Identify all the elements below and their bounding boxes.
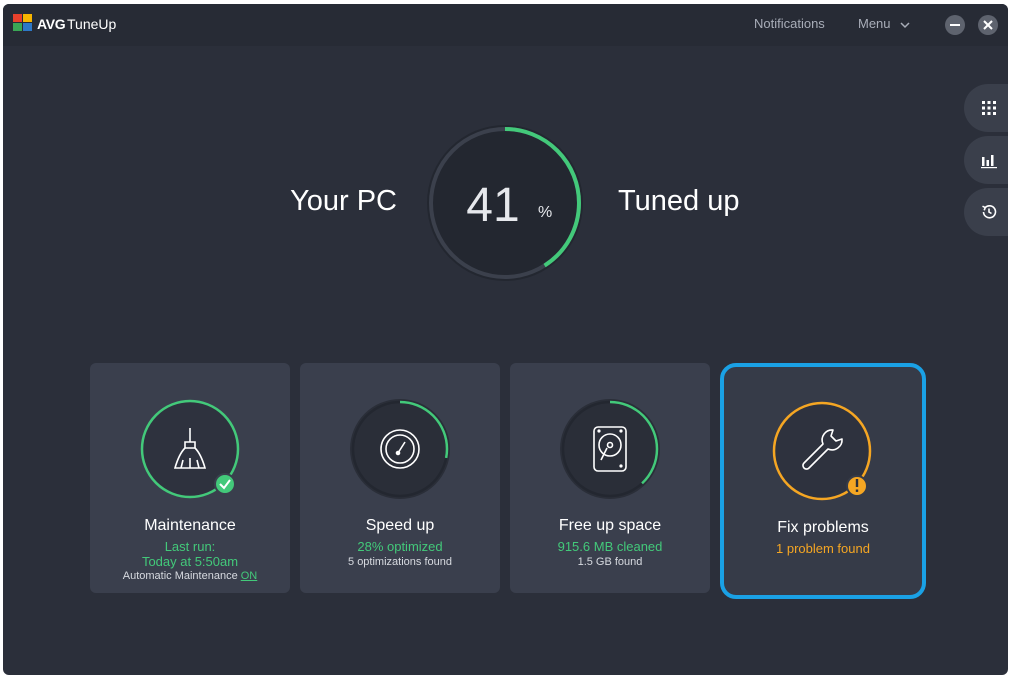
maintenance-card[interactable]: Maintenance Last run: Today at 5:50am Au… xyxy=(90,363,290,593)
history-icon xyxy=(982,205,997,219)
app-window: AVG TuneUp Notifications Menu Your PC 41… xyxy=(3,4,1008,675)
minimize-button[interactable] xyxy=(945,15,965,35)
free-up-space-card[interactable]: Free up space 915.6 MB cleaned 1.5 GB fo… xyxy=(510,363,710,593)
apps-grid-button[interactable] xyxy=(964,84,1008,132)
maintenance-last-run-time: Today at 5:50am xyxy=(141,554,239,569)
free-up-space-found: 1.5 GB found xyxy=(577,556,643,568)
chevron-down-icon xyxy=(900,22,910,28)
automatic-maintenance-label: Automatic Maintenance xyxy=(122,570,238,582)
maintenance-last-run-label: Last run: xyxy=(164,539,216,554)
warning-icon xyxy=(855,479,859,492)
speed-up-found: 5 optimizations found xyxy=(348,556,452,568)
automatic-maintenance-status: Automatic Maintenance ON xyxy=(90,570,290,582)
automatic-maintenance-toggle-link[interactable]: ON xyxy=(241,570,258,582)
close-icon xyxy=(983,20,993,30)
fix-problems-title: Fix problems xyxy=(777,519,869,536)
free-up-space-title: Free up space xyxy=(558,517,662,534)
speed-up-card[interactable]: Speed up 28% optimized 5 optimizations f… xyxy=(300,363,500,593)
title-bar: AVG TuneUp Notifications Menu xyxy=(3,4,1008,46)
speedometer-icon xyxy=(380,429,420,469)
menu-button[interactable]: Menu xyxy=(858,16,910,31)
history-button[interactable] xyxy=(964,188,1008,236)
free-up-space-status: 915.6 MB cleaned xyxy=(557,539,663,554)
product-name: TuneUp xyxy=(67,16,117,32)
hero-right-text: Tuned up xyxy=(618,185,740,217)
maintenance-title: Maintenance xyxy=(144,517,236,534)
tuneup-percentage: 41 xyxy=(466,179,520,232)
close-button[interactable] xyxy=(978,15,998,35)
menu-label: Menu xyxy=(858,16,891,31)
fix-problems-card[interactable]: Fix problems 1 problem found xyxy=(720,363,926,599)
statistics-button[interactable] xyxy=(964,136,1008,184)
avg-logo-icon xyxy=(13,14,32,31)
notifications-link[interactable]: Notifications xyxy=(754,16,825,31)
hero-left-text: Your PC xyxy=(290,185,397,217)
speed-up-status: 28% optimized xyxy=(357,539,443,554)
brand-name: AVG xyxy=(37,16,66,32)
bar-chart-icon xyxy=(981,155,997,169)
speed-up-title: Speed up xyxy=(365,517,435,534)
minimize-icon xyxy=(950,24,960,26)
fix-problems-status: 1 problem found xyxy=(776,541,870,556)
fix-problems-ring xyxy=(772,401,872,501)
speed-up-ring xyxy=(350,399,450,499)
apps-grid-icon xyxy=(982,101,996,115)
free-up-space-ring xyxy=(560,399,660,499)
percent-sign: % xyxy=(538,204,553,221)
maintenance-ring xyxy=(140,399,240,499)
